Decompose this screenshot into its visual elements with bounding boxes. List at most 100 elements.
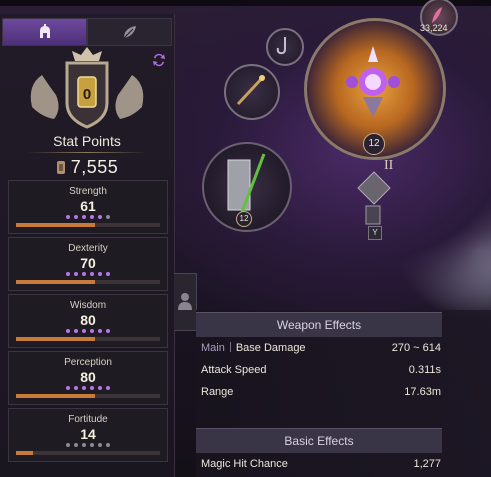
- dot: [74, 329, 78, 333]
- dot: [82, 215, 86, 219]
- stat-progress-fill: [16, 223, 95, 227]
- stat-strength[interactable]: Strength 61: [8, 180, 168, 234]
- dot: [90, 329, 94, 333]
- stat-coin-icon: [56, 161, 65, 174]
- dot: [82, 386, 86, 390]
- stat-wisdom[interactable]: Wisdom 80: [8, 294, 168, 348]
- stat-progress-fill: [16, 451, 33, 455]
- dot: [106, 386, 110, 390]
- stat-progress-fill: [16, 280, 95, 284]
- dot: [98, 443, 102, 447]
- tab-skills[interactable]: [87, 18, 172, 46]
- effect-label: Magic Hit Chance: [201, 458, 288, 470]
- dot: [90, 215, 94, 219]
- effect-label: Range: [201, 386, 234, 398]
- dot: [98, 272, 102, 276]
- top-bar: [0, 0, 491, 6]
- stat-progress-bar: [16, 280, 160, 284]
- effect-row-range: Range 17.63m: [201, 386, 441, 402]
- stat-dots: [9, 386, 167, 390]
- dot: [106, 272, 110, 276]
- stat-dots: [9, 215, 167, 219]
- main-weapon-level-badge: 12: [363, 133, 385, 155]
- sub-weapon-level-badge: 12: [236, 211, 252, 227]
- dot: [106, 329, 110, 333]
- staff-icon: [236, 74, 266, 106]
- main-weapon-icon: [346, 46, 400, 117]
- dot: [98, 386, 102, 390]
- stat-name: Perception: [64, 357, 112, 368]
- stat-name: Wisdom: [69, 300, 107, 311]
- stat-value: 80: [80, 312, 96, 328]
- dot: [66, 272, 70, 276]
- dot: [74, 215, 78, 219]
- stat-points-number: 7,555: [70, 157, 119, 177]
- stat-dots: [9, 443, 167, 447]
- stat-name: Dexterity: [68, 243, 108, 254]
- shield-gem-icon[interactable]: [354, 170, 394, 230]
- stat-progress-bar: [16, 394, 160, 398]
- dot: [82, 329, 86, 333]
- dot: [90, 386, 94, 390]
- sub-weapon-icon: [227, 153, 266, 213]
- effect-row-base-damage: Main Base Damage 270 ~ 614: [201, 342, 441, 358]
- stat-value: 61: [80, 198, 96, 214]
- crest-level: 0: [82, 86, 92, 103]
- effect-row-magic-hit-chance: Magic Hit Chance 1,277: [201, 458, 441, 474]
- currency-count: 33,224: [420, 23, 448, 33]
- dot: [74, 272, 78, 276]
- swap-icon[interactable]: [151, 52, 167, 68]
- effect-label: Base Damage: [235, 342, 306, 354]
- effect-row-attack-speed: Attack Speed 0.311s: [201, 364, 441, 380]
- effect-value: 270 ~ 614: [391, 342, 441, 354]
- dot: [90, 272, 94, 276]
- stat-progress-bar: [16, 451, 160, 455]
- stat-perception[interactable]: Perception 80: [8, 351, 168, 405]
- dot: [66, 443, 70, 447]
- feather-icon: [432, 7, 442, 23]
- helmet-icon: [39, 24, 50, 38]
- dot: [98, 215, 102, 219]
- weapon-effects-header: Weapon Effects: [196, 312, 442, 337]
- effect-value: 1,277: [413, 458, 441, 470]
- dot: [106, 443, 110, 447]
- dot: [82, 443, 86, 447]
- stat-value: 80: [80, 369, 96, 385]
- character-view-toggle[interactable]: [174, 273, 197, 331]
- stat-name: Fortitude: [68, 414, 108, 425]
- stat-dots: [9, 272, 167, 276]
- stat-fortitude[interactable]: Fortitude 14: [8, 408, 168, 462]
- slot-hotkey: Y: [368, 226, 382, 240]
- hook-icon: [276, 37, 286, 55]
- stat-value: 14: [80, 426, 96, 442]
- stat-dots: [9, 329, 167, 333]
- panel-tabs: [2, 18, 172, 46]
- dot: [74, 386, 78, 390]
- dot: [98, 329, 102, 333]
- stat-progress-fill: [16, 337, 95, 341]
- stat-progress-bar: [16, 223, 160, 227]
- divider: [26, 152, 148, 153]
- stat-points-label: Stat Points: [53, 133, 121, 149]
- dot: [74, 443, 78, 447]
- effect-value: 0.311s: [408, 364, 441, 376]
- effect-label: Attack Speed: [201, 364, 267, 376]
- stat-dexterity[interactable]: Dexterity 70: [8, 237, 168, 291]
- stat-value: 70: [80, 255, 96, 271]
- person-icon: [178, 293, 192, 310]
- dot: [82, 272, 86, 276]
- stat-progress-bar: [16, 337, 160, 341]
- stat-name: Strength: [69, 186, 107, 197]
- tab-character[interactable]: [2, 18, 87, 46]
- dot: [66, 215, 70, 219]
- dot: [66, 386, 70, 390]
- basic-effects-header: Basic Effects: [196, 428, 442, 453]
- effect-value: 17.63m: [404, 386, 441, 398]
- leaf-icon: [123, 26, 136, 39]
- dot: [66, 329, 70, 333]
- main-tag: Main: [201, 342, 225, 354]
- dot: [90, 443, 94, 447]
- dot: [106, 215, 110, 219]
- stat-progress-fill: [16, 394, 95, 398]
- separator: [229, 342, 231, 352]
